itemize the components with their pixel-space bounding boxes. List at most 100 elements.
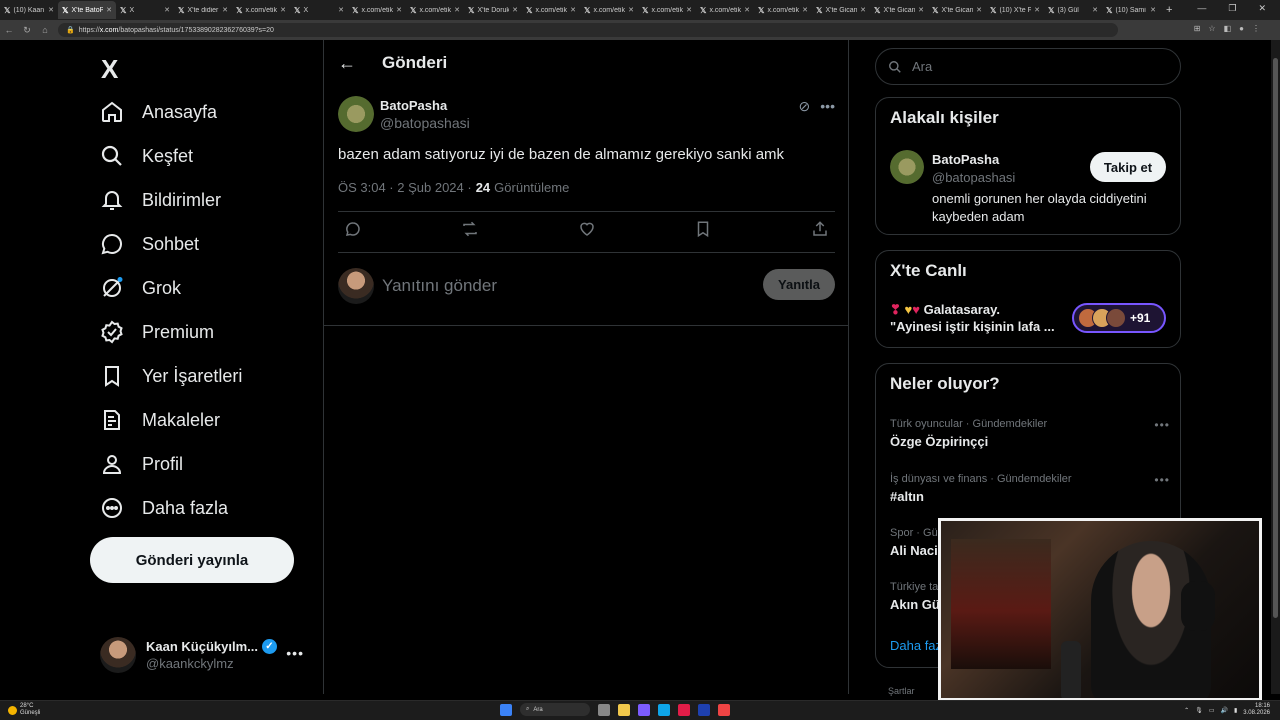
reload-icon[interactable]: ↻ <box>18 25 36 36</box>
battery-icon[interactable]: ▮ <box>1234 707 1237 714</box>
browser-tab[interactable]: 𝕏 X'te BatoP ✕ <box>58 1 116 19</box>
browser-tab[interactable]: 𝕏 X'te Doruk ✕ <box>464 1 522 19</box>
close-tab-icon[interactable]: ✕ <box>164 6 170 14</box>
browser-tab[interactable]: 𝕏x.com/etik ✕ <box>406 1 464 19</box>
scrollbar[interactable] <box>1271 40 1280 694</box>
tweet-author-name[interactable]: BatoPasha <box>380 98 470 113</box>
reply-input[interactable]: Yanıtını gönder <box>382 276 497 296</box>
mic-icon[interactable]: 🎙 <box>1195 707 1203 714</box>
browser-tab[interactable]: 𝕏 X'te Gican ✕ <box>928 1 986 19</box>
windows-start-icon[interactable] <box>500 703 512 716</box>
browser-tab[interactable]: 𝕏 (3) Gül ✕ <box>1044 1 1102 19</box>
weather-widget[interactable]: 28°C Güneşli <box>8 703 40 717</box>
tweet-author[interactable]: BatoPasha @batopashasi <box>380 98 470 131</box>
url-field[interactable]: 🔒 https://x.com/batopashasi/status/17533… <box>58 23 1118 37</box>
profile-icon[interactable]: ● <box>1239 24 1244 33</box>
close-tab-icon[interactable]: ✕ <box>802 6 808 14</box>
browser-tab[interactable]: 𝕏 X'te didier ✕ <box>174 1 232 19</box>
browser-tab[interactable]: 𝕏x.com/etik ✕ <box>232 1 290 19</box>
close-tab-icon[interactable]: ✕ <box>1092 6 1098 14</box>
show-more-link[interactable]: Daha faz <box>890 638 942 653</box>
maximize-icon[interactable]: ❐ <box>1228 3 1236 14</box>
live-space[interactable]: ❣ ♥♥ Galatasaray. "Ayinesi iştir kişinin… <box>890 301 1055 335</box>
sidebar-item-chat[interactable]: Sohbet <box>100 227 199 261</box>
trend-item[interactable]: Türk oyuncular · Gündemdekiler Özge Özpi… <box>890 418 1170 449</box>
sidebar-item-home[interactable]: Anasayfa <box>100 95 217 129</box>
grok-icon[interactable]: ⊘ <box>799 98 811 115</box>
folder-icon[interactable] <box>618 703 630 716</box>
close-tab-icon[interactable]: ✕ <box>512 6 518 14</box>
menu-icon[interactable]: ⋮ <box>1252 24 1260 33</box>
bookmark-icon[interactable] <box>694 220 712 238</box>
related-person-handle[interactable]: @batopashasi <box>932 170 1015 185</box>
app-icon[interactable] <box>698 703 710 716</box>
tweet-author-handle[interactable]: @batopashasi <box>380 115 470 131</box>
close-tab-icon[interactable]: ✕ <box>744 6 750 14</box>
follow-button[interactable]: Takip et <box>1090 152 1166 182</box>
taskbar-search[interactable]: ⌕ Ara <box>520 703 590 716</box>
browser-tab[interactable]: 𝕏 (10) Kaan ✕ <box>0 1 58 19</box>
close-tab-icon[interactable]: ✕ <box>918 6 924 14</box>
close-tab-icon[interactable]: ✕ <box>686 6 692 14</box>
chrome-icon[interactable] <box>718 703 730 716</box>
close-tab-icon[interactable]: ✕ <box>628 6 634 14</box>
discord-icon[interactable] <box>638 703 650 716</box>
reply-button[interactable]: Yanıtla <box>763 269 835 300</box>
browser-tab[interactable]: 𝕏x.com/etik ✕ <box>754 1 812 19</box>
minimize-icon[interactable]: — <box>1197 3 1206 14</box>
more-dots-icon[interactable]: ••• <box>286 645 304 661</box>
sidebar-item-bookmarks[interactable]: Yer İşaretleri <box>100 359 242 393</box>
close-tab-icon[interactable]: ✕ <box>1034 6 1040 14</box>
browser-tab[interactable]: 𝕏x.com/etik ✕ <box>696 1 754 19</box>
back-nav-icon[interactable]: ← <box>0 25 18 35</box>
more-dots-icon[interactable]: ••• <box>1154 473 1170 487</box>
close-tab-icon[interactable]: ✕ <box>222 6 228 14</box>
translate-icon[interactable]: ⊞ <box>1194 24 1201 33</box>
reply-icon[interactable] <box>344 220 362 238</box>
browser-tab[interactable]: 𝕏 X ✕ <box>116 1 174 19</box>
app-icon[interactable] <box>678 703 690 716</box>
tweet-time[interactable]: ÖS 3:04 · 2 Şub 2024 · <box>338 180 472 195</box>
close-tab-icon[interactable]: ✕ <box>338 6 344 14</box>
home-nav-icon[interactable]: ⌂ <box>36 25 54 35</box>
more-dots-icon[interactable]: ••• <box>820 98 835 115</box>
new-tab-icon[interactable]: + <box>1166 4 1172 16</box>
browser-tab[interactable]: 𝕏 X'te Gican ✕ <box>812 1 870 19</box>
sidebar-item-explore[interactable]: Keşfet <box>100 139 193 173</box>
browser-tab[interactable]: 𝕏x.com/etik ✕ <box>522 1 580 19</box>
volume-icon[interactable]: 🔊 <box>1221 707 1228 714</box>
tweet-author-avatar[interactable] <box>338 96 374 132</box>
extensions-icon[interactable]: ◧ <box>1224 24 1232 33</box>
more-dots-icon[interactable]: ••• <box>1154 418 1170 432</box>
avatar[interactable] <box>890 150 924 184</box>
sidebar-item-articles[interactable]: Makaleler <box>100 403 220 437</box>
search-input[interactable]: Ara <box>875 48 1181 85</box>
close-tab-icon[interactable]: ✕ <box>570 6 576 14</box>
clock[interactable]: 18:16 3.08.2026 <box>1243 703 1270 717</box>
browser-tab[interactable]: 𝕏 (10) X'te Fi ✕ <box>986 1 1044 19</box>
back-arrow-icon[interactable]: ← <box>338 53 356 74</box>
task-view-icon[interactable] <box>598 703 610 716</box>
live-listeners-pill[interactable]: +91 <box>1072 303 1166 333</box>
browser-tab[interactable]: 𝕏x.com/etik ✕ <box>638 1 696 19</box>
like-icon[interactable] <box>578 220 596 238</box>
browser-tab[interactable]: 𝕏 (10) Sami ✕ <box>1102 1 1160 19</box>
close-window-icon[interactable]: ✕ <box>1258 3 1266 14</box>
edge-icon[interactable] <box>658 703 670 716</box>
browser-tab[interactable]: 𝕏x.com/etik ✕ <box>348 1 406 19</box>
browser-tab[interactable]: 𝕏 X'te Gican ✕ <box>870 1 928 19</box>
x-logo-icon[interactable]: X <box>101 54 118 85</box>
post-button[interactable]: Gönderi yayınla <box>90 537 294 583</box>
close-tab-icon[interactable]: ✕ <box>454 6 460 14</box>
browser-tab[interactable]: 𝕏x.com/etik ✕ <box>580 1 638 19</box>
browser-tab[interactable]: 𝕏 X ✕ <box>290 1 348 19</box>
sidebar-item-more[interactable]: Daha fazla <box>100 491 228 525</box>
close-tab-icon[interactable]: ✕ <box>1150 6 1156 14</box>
close-tab-icon[interactable]: ✕ <box>280 6 286 14</box>
network-icon[interactable]: ▭ <box>1209 707 1215 714</box>
close-tab-icon[interactable]: ✕ <box>48 6 54 14</box>
scrollbar-thumb[interactable] <box>1273 58 1278 618</box>
sidebar-item-profile[interactable]: Profil <box>100 447 183 481</box>
account-switcher[interactable]: Kaan Küçükyılm... ✓ @kaankckylmz ••• <box>100 635 310 675</box>
close-tab-icon[interactable]: ✕ <box>396 6 402 14</box>
